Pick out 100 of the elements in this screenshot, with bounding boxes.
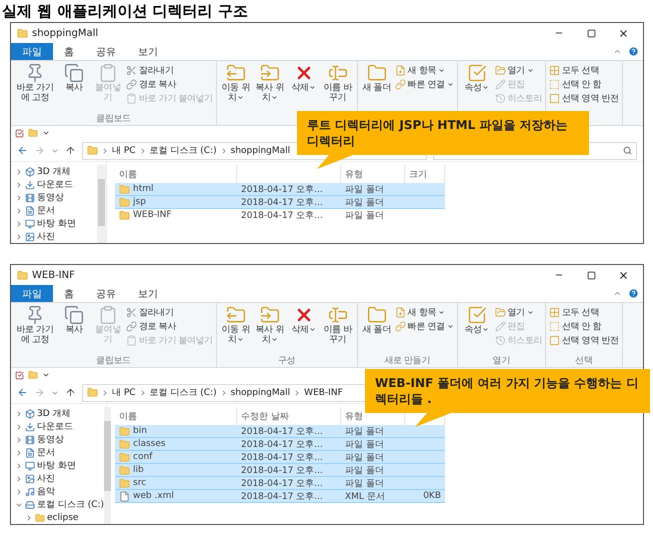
scrollbar[interactable] — [97, 165, 106, 243]
expand-caret-icon[interactable] — [15, 168, 23, 176]
ribbon-button[interactable]: 선택 안 함 — [549, 77, 619, 91]
ribbon-button[interactable]: 선택 영역 반전 — [549, 91, 619, 105]
ribbon-button[interactable]: 바로 가기에 고정 — [14, 63, 56, 103]
ribbon-button[interactable]: 모두 선택 — [549, 305, 619, 319]
ribbon-button[interactable]: 잘라내기 — [126, 305, 213, 319]
expand-caret-icon[interactable] — [15, 194, 23, 202]
dropdown-caret-icon[interactable] — [42, 371, 50, 379]
scrollbar[interactable] — [104, 407, 112, 524]
ribbon-button[interactable]: 선택 안 함 — [549, 319, 619, 333]
expand-caret-icon[interactable] — [15, 220, 23, 228]
checkbox-icon[interactable] — [15, 128, 24, 138]
ribbon-button[interactable]: 속성 — [460, 63, 493, 93]
breadcrumb[interactable]: 로컬 디스크 (C:) — [150, 386, 217, 399]
maximize-icon[interactable] — [586, 28, 596, 38]
nav-item[interactable]: 다운로드 — [37, 420, 73, 433]
ribbon-button[interactable]: 삭제 — [288, 305, 320, 335]
file-row[interactable]: bin 2018-04-17 오후... 파일 폴더 — [115, 425, 445, 438]
ribbon-button[interactable]: 새 폴더 — [360, 305, 393, 335]
breadcrumb[interactable]: 로컬 디스크 (C:) — [150, 144, 217, 157]
ribbon-tab[interactable]: 홈 — [53, 285, 85, 302]
expand-caret-icon[interactable] — [15, 422, 23, 430]
dropdown-caret-icon[interactable] — [42, 129, 50, 137]
ribbon-button[interactable]: 이름 바꾸기 — [322, 63, 354, 103]
ribbon-button[interactable]: 새 폴더 — [360, 63, 393, 93]
collapse-icon[interactable] — [613, 289, 622, 298]
ribbon-button[interactable]: 열기 — [494, 63, 542, 77]
nav-item[interactable]: 문서 — [37, 204, 55, 217]
file-row[interactable]: conf 2018-04-17 오후... 파일 폴더 — [115, 451, 445, 464]
ribbon-button[interactable]: 복사 — [58, 305, 90, 335]
ribbon-tab[interactable]: 홈 — [53, 43, 85, 60]
ribbon-button[interactable]: 빠른 연결 — [394, 77, 454, 91]
file-row[interactable]: classes 2018-04-17 오후... 파일 폴더 — [115, 438, 445, 451]
ribbon-button[interactable]: 선택 영역 반전 — [549, 333, 619, 347]
nav-item[interactable]: 동영상 — [37, 191, 64, 204]
expand-caret-icon[interactable] — [15, 206, 23, 214]
ribbon-button[interactable]: 모두 선택 — [549, 63, 619, 77]
checkbox-icon[interactable] — [15, 370, 24, 380]
expand-caret-icon[interactable] — [15, 474, 23, 482]
ribbon-button[interactable]: 잘라내기 — [126, 63, 213, 77]
close-icon[interactable] — [618, 270, 628, 280]
up-icon[interactable] — [65, 387, 76, 398]
nav-item[interactable]: 바탕 화면 — [37, 459, 76, 472]
ribbon-tab[interactable]: 공유 — [85, 285, 127, 302]
nav-item[interactable]: 사진 — [37, 230, 55, 243]
expand-caret-icon[interactable] — [15, 232, 23, 240]
ribbon-button[interactable]: 바로 가기에 고정 — [14, 305, 56, 345]
expand-caret-icon[interactable] — [15, 410, 23, 418]
expand-caret-icon[interactable] — [15, 180, 23, 188]
file-row[interactable]: web .xml 2018-04-17 오후... XML 문서 0KB — [115, 490, 445, 503]
ribbon-tab[interactable]: 파일 — [11, 285, 53, 302]
back-icon[interactable] — [17, 387, 28, 398]
ribbon-button[interactable]: 빠른 연결 — [394, 319, 454, 333]
help-icon[interactable] — [628, 46, 639, 57]
ribbon-button[interactable]: 복사 위치 — [254, 63, 286, 103]
ribbon-tab[interactable]: 파일 — [11, 43, 53, 60]
nav-item[interactable]: 동영상 — [37, 433, 64, 446]
maximize-icon[interactable] — [586, 270, 596, 280]
nav-item[interactable]: 바탕 화면 — [37, 217, 76, 230]
ribbon-button[interactable]: 새 항목 — [394, 305, 454, 319]
ribbon-button[interactable]: 경로 복사 — [126, 77, 213, 91]
nav-item[interactable]: 다운로드 — [37, 178, 73, 191]
breadcrumb[interactable]: 내 PC — [112, 144, 136, 157]
ribbon-tab[interactable]: 보기 — [127, 285, 169, 302]
ribbon-button[interactable]: 이동 위치 — [220, 63, 252, 103]
breadcrumb[interactable]: shoppingMall — [230, 388, 290, 398]
nav-item[interactable]: 3D 개체 — [37, 407, 71, 420]
ribbon-button[interactable]: 이동 위치 — [220, 305, 252, 345]
file-row[interactable]: html 2018-04-17 오후... 파일 폴더 — [115, 183, 445, 196]
nav-item[interactable]: 3D 개체 — [37, 165, 71, 178]
ribbon-button[interactable]: 삭제 — [288, 63, 320, 93]
breadcrumb[interactable]: shoppingMall — [230, 146, 290, 156]
file-row[interactable]: WEB-INF 2018-04-17 오후... 파일 폴더 — [115, 209, 445, 222]
breadcrumb[interactable]: 내 PC — [112, 386, 136, 399]
ribbon-button[interactable]: 열기 — [494, 305, 542, 319]
up-icon[interactable] — [65, 145, 76, 156]
nav-item[interactable]: 문서 — [37, 446, 55, 459]
ribbon-button[interactable]: 경로 복사 — [126, 319, 213, 333]
close-icon[interactable] — [618, 28, 628, 38]
nav-item[interactable]: 음악 — [37, 485, 55, 498]
nav-item[interactable]: eclipse — [47, 512, 78, 522]
ribbon-tab[interactable]: 공유 — [85, 43, 127, 60]
ribbon-tab[interactable]: 보기 — [127, 43, 169, 60]
expand-caret-icon[interactable] — [15, 436, 23, 444]
file-row[interactable]: src 2018-04-17 오후... 파일 폴더 — [115, 477, 445, 490]
ribbon-button[interactable]: 복사 위치 — [254, 305, 286, 345]
expand-caret-icon[interactable] — [15, 462, 23, 470]
collapse-icon[interactable] — [613, 47, 622, 56]
ribbon-button[interactable]: 이름 바꾸기 — [322, 305, 354, 345]
ribbon-button[interactable]: 속성 — [460, 305, 493, 335]
back-icon[interactable] — [17, 145, 28, 156]
expand-caret-icon[interactable] — [25, 514, 33, 522]
file-row[interactable]: lib 2018-04-17 오후... 파일 폴더 — [115, 464, 445, 477]
expand-caret-icon[interactable] — [15, 488, 23, 496]
expand-caret-icon[interactable] — [15, 448, 23, 456]
ribbon-button[interactable]: 복사 — [58, 63, 90, 93]
file-row[interactable]: jsp 2018-04-17 오후... 파일 폴더 — [115, 196, 445, 209]
help-icon[interactable] — [628, 288, 639, 299]
ribbon-button[interactable]: 새 항목 — [394, 63, 454, 77]
